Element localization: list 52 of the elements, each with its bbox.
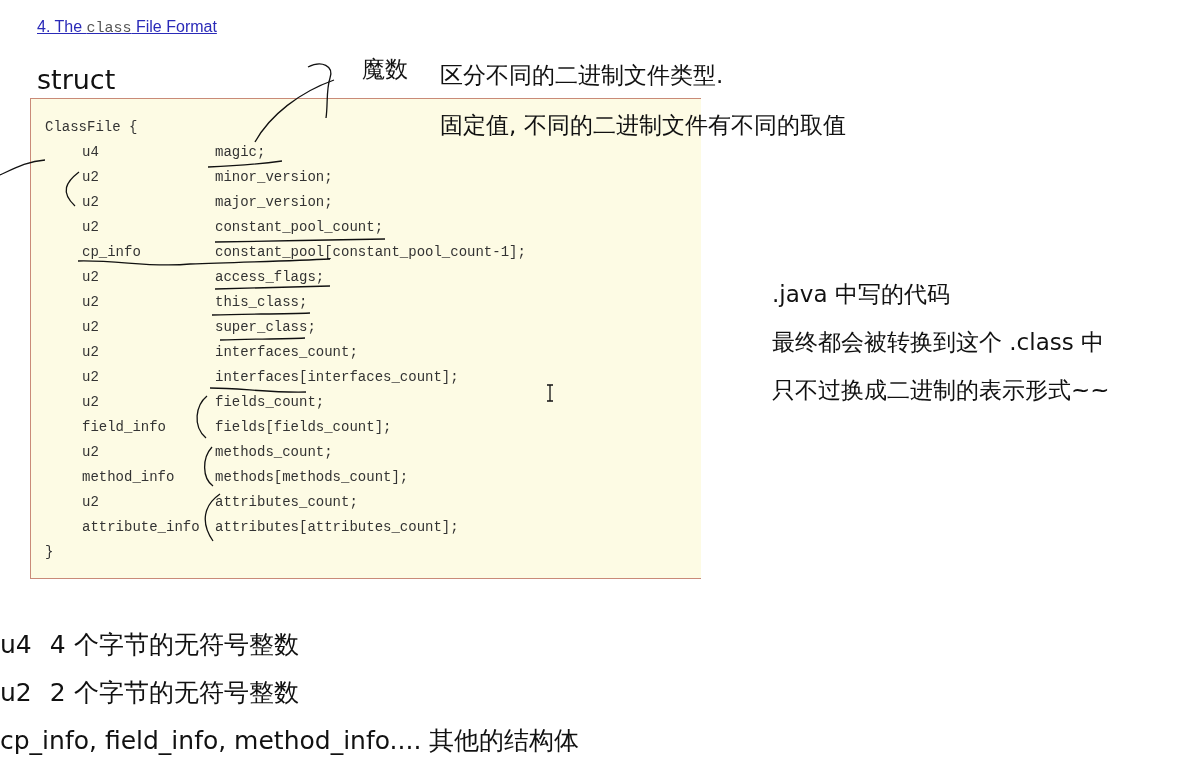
code-type: u2 <box>82 269 99 285</box>
code-type: u2 <box>82 344 99 360</box>
code-type: u2 <box>82 494 99 510</box>
code-type: u2 <box>82 394 99 410</box>
code-field: fields_count; <box>215 395 325 410</box>
code-field: major_version; <box>215 195 333 210</box>
code-field: interfaces[interfaces_count]; <box>215 370 459 385</box>
pen-stroke <box>65 171 80 207</box>
pen-stroke <box>0 159 46 176</box>
legend-term: u2 <box>0 678 32 708</box>
code-type: field_info <box>82 419 166 435</box>
code-field: methods_count; <box>215 445 333 460</box>
code-field: magic; <box>215 145 266 160</box>
annotation-note: 只不过换成二进制的表示形式~~ <box>772 377 1110 405</box>
code-field: access_flags; <box>215 270 325 285</box>
text-cursor-icon <box>546 384 554 402</box>
code-type: u2 <box>82 444 99 460</box>
code-field: minor_version; <box>215 170 333 185</box>
annotation-note: .java 中写的代码 <box>772 281 950 309</box>
code-field: fields[fields_count]; <box>215 420 392 435</box>
code-field: interfaces_count; <box>215 345 358 360</box>
code-type: u2 <box>82 219 99 235</box>
annotation-note: 区分不同的二进制文件类型. <box>440 62 724 90</box>
code-field: constant_pool_count; <box>215 220 384 235</box>
code-line: ClassFile { <box>45 119 138 135</box>
code-field: methods[methods_count]; <box>215 470 409 485</box>
code-field: attributes_count; <box>215 495 358 510</box>
legend-term: u4 <box>0 630 32 660</box>
annotation-label: 魔数 <box>362 56 408 84</box>
pen-stroke <box>204 446 214 487</box>
legend-text: cp_info, field_info, method_info.... 其他的结构体 <box>0 726 580 756</box>
code-type: u2 <box>82 169 99 185</box>
code-type: cp_info <box>82 244 141 260</box>
heading: struct <box>37 64 116 97</box>
code-field: super_class; <box>215 320 316 335</box>
code-type: method_info <box>82 469 175 485</box>
annotation-note: 最终都会被转换到这个 .class 中 <box>772 329 1105 357</box>
code-field: attributes[attributes_count]; <box>215 520 459 535</box>
section-link[interactable]: 4. The class File Format <box>37 15 217 41</box>
code-type: u4 <box>82 144 99 160</box>
code-field: constant_pool[constant_pool_count-1]; <box>215 245 526 260</box>
code-field: this_class; <box>215 295 308 310</box>
legend-text: 2 个字节的无符号整数 <box>49 678 299 708</box>
code-type: u2 <box>82 194 99 210</box>
code-type: u2 <box>82 294 99 310</box>
code-type: u2 <box>82 369 99 385</box>
code-type: attribute_info <box>82 519 200 535</box>
annotation-note: 固定值, 不同的二进制文件有不同的取值 <box>440 112 846 140</box>
legend-text: 4 个字节的无符号整数 <box>49 630 299 660</box>
code-type: u2 <box>82 319 99 335</box>
code-line: } <box>45 544 54 560</box>
pen-stroke <box>196 395 208 439</box>
